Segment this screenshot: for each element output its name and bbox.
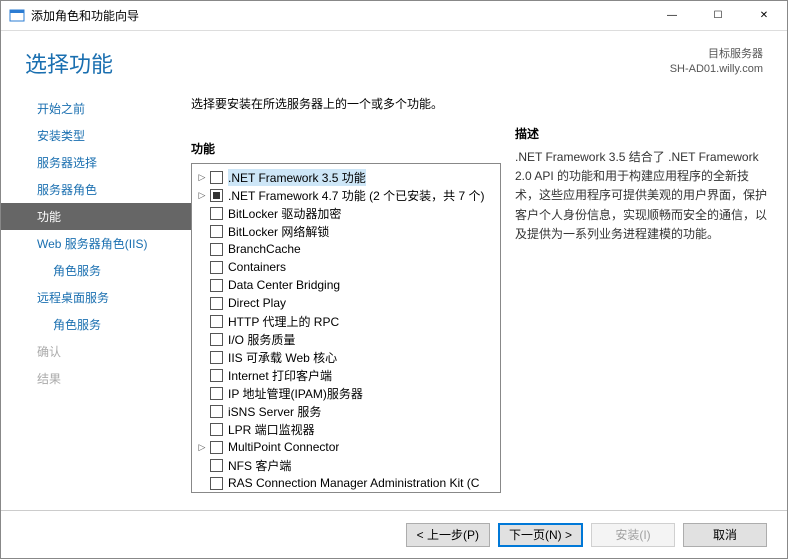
feature-checkbox[interactable] xyxy=(210,387,223,400)
sidebar-item-0[interactable]: 开始之前 xyxy=(1,95,191,122)
feature-label: BranchCache xyxy=(228,242,301,256)
footer: < 上一步(P) 下一页(N) > 安装(I) 取消 xyxy=(1,510,787,558)
feature-row-14[interactable]: LPR 端口监视器 xyxy=(192,420,500,438)
sidebar-item-7[interactable]: 远程桌面服务 xyxy=(1,284,191,311)
feature-label: BitLocker 网络解锁 xyxy=(228,223,329,240)
feature-label: MultiPoint Connector xyxy=(228,440,339,454)
cancel-button[interactable]: 取消 xyxy=(683,523,767,547)
feature-checkbox[interactable] xyxy=(210,315,223,328)
instruction-text: 选择要安装在所选服务器上的一个或多个功能。 xyxy=(191,95,501,112)
page-title: 选择功能 xyxy=(25,47,670,79)
feature-row-10[interactable]: IIS 可承载 Web 核心 xyxy=(192,348,500,366)
feature-label: IIS 可承载 Web 核心 xyxy=(228,349,337,366)
feature-label: Data Center Bridging xyxy=(228,278,340,292)
feature-label: I/O 服务质量 xyxy=(228,331,295,348)
feature-row-3[interactable]: BitLocker 网络解锁 xyxy=(192,222,500,240)
sidebar-item-10: 结果 xyxy=(1,365,191,392)
feature-checkbox[interactable] xyxy=(210,477,223,490)
sidebar-item-4[interactable]: 功能 xyxy=(1,203,191,230)
feature-row-12[interactable]: IP 地址管理(IPAM)服务器 xyxy=(192,384,500,402)
feature-label: Containers xyxy=(228,260,286,274)
titlebar: 添加角色和功能向导 — ☐ ✕ xyxy=(1,1,787,31)
features-column: 选择要安装在所选服务器上的一个或多个功能。 功能 ▷ .NET Framework… xyxy=(191,89,501,510)
window-title: 添加角色和功能向导 xyxy=(31,7,649,24)
feature-checkbox[interactable] xyxy=(210,369,223,382)
feature-row-11[interactable]: Internet 打印客户端 xyxy=(192,366,500,384)
description-column: 描述 .NET Framework 3.5 结合了 .NET Framework… xyxy=(515,89,767,510)
feature-checkbox[interactable] xyxy=(210,261,223,274)
feature-row-9[interactable]: I/O 服务质量 xyxy=(192,330,500,348)
sidebar-item-2[interactable]: 服务器选择 xyxy=(1,149,191,176)
feature-checkbox[interactable] xyxy=(210,243,223,256)
features-tree[interactable]: ▷ .NET Framework 3.5 功能 ▷ .NET Framework 4.… xyxy=(191,163,501,493)
feature-checkbox[interactable] xyxy=(210,225,223,238)
feature-row-5[interactable]: Containers xyxy=(192,258,500,276)
feature-label: Direct Play xyxy=(228,296,286,310)
sidebar-item-3[interactable]: 服务器角色 xyxy=(1,176,191,203)
expander-icon[interactable]: ▷ xyxy=(196,190,208,201)
feature-row-16[interactable]: NFS 客户端 xyxy=(192,456,500,474)
feature-row-13[interactable]: iSNS Server 服务 xyxy=(192,402,500,420)
next-button[interactable]: 下一页(N) > xyxy=(498,523,583,547)
previous-button[interactable]: < 上一步(P) xyxy=(406,523,490,547)
feature-checkbox[interactable] xyxy=(210,351,223,364)
features-label: 功能 xyxy=(191,140,501,157)
feature-label: iSNS Server 服务 xyxy=(228,403,321,420)
feature-checkbox[interactable] xyxy=(210,171,223,184)
app-icon xyxy=(9,8,25,24)
feature-row-0[interactable]: ▷ .NET Framework 3.5 功能 xyxy=(192,168,500,186)
feature-label: LPR 端口监视器 xyxy=(228,421,315,438)
feature-checkbox[interactable] xyxy=(210,405,223,418)
feature-row-2[interactable]: BitLocker 驱动器加密 xyxy=(192,204,500,222)
feature-row-7[interactable]: Direct Play xyxy=(192,294,500,312)
content-area: 开始之前安装类型服务器选择服务器角色功能Web 服务器角色(IIS)角色服务远程… xyxy=(1,89,787,510)
feature-row-8[interactable]: HTTP 代理上的 RPC xyxy=(192,312,500,330)
feature-checkbox[interactable] xyxy=(210,441,223,454)
target-label: 目标服务器 xyxy=(670,47,763,62)
sidebar: 开始之前安装类型服务器选择服务器角色功能Web 服务器角色(IIS)角色服务远程… xyxy=(1,89,191,510)
feature-row-6[interactable]: Data Center Bridging xyxy=(192,276,500,294)
sidebar-item-8[interactable]: 角色服务 xyxy=(1,311,191,338)
description-text: .NET Framework 3.5 结合了 .NET Framework 2.… xyxy=(515,148,767,244)
feature-row-17[interactable]: RAS Connection Manager Administration Ki… xyxy=(192,474,500,492)
feature-row-1[interactable]: ▷ .NET Framework 4.7 功能 (2 个已安装，共 7 个) xyxy=(192,186,500,204)
feature-label: RAS Connection Manager Administration Ki… xyxy=(228,476,479,490)
install-button: 安装(I) xyxy=(591,523,675,547)
feature-label: HTTP 代理上的 RPC xyxy=(228,313,339,330)
wizard-window: 添加角色和功能向导 — ☐ ✕ 选择功能 目标服务器 SH-AD01.willy… xyxy=(0,0,788,559)
minimize-button[interactable]: — xyxy=(649,1,695,31)
target-server-info: 目标服务器 SH-AD01.willy.com xyxy=(670,47,763,78)
expander-icon[interactable]: ▷ xyxy=(196,442,208,453)
sidebar-item-1[interactable]: 安装类型 xyxy=(1,122,191,149)
description-label: 描述 xyxy=(515,125,767,142)
sidebar-item-6[interactable]: 角色服务 xyxy=(1,257,191,284)
feature-label: Internet 打印客户端 xyxy=(228,367,332,384)
feature-label: IP 地址管理(IPAM)服务器 xyxy=(228,385,363,402)
feature-checkbox[interactable] xyxy=(210,279,223,292)
feature-checkbox[interactable] xyxy=(210,189,223,202)
close-button[interactable]: ✕ xyxy=(741,1,787,31)
feature-label: BitLocker 驱动器加密 xyxy=(228,205,341,222)
feature-label: .NET Framework 3.5 功能 xyxy=(228,169,366,186)
header: 选择功能 目标服务器 SH-AD01.willy.com xyxy=(1,31,787,89)
sidebar-item-9: 确认 xyxy=(1,338,191,365)
feature-checkbox[interactable] xyxy=(210,423,223,436)
feature-checkbox[interactable] xyxy=(210,207,223,220)
expander-icon[interactable]: ▷ xyxy=(196,172,208,183)
feature-row-4[interactable]: BranchCache xyxy=(192,240,500,258)
feature-label: NFS 客户端 xyxy=(228,457,291,474)
sidebar-item-5[interactable]: Web 服务器角色(IIS) xyxy=(1,230,191,257)
feature-label: .NET Framework 4.7 功能 (2 个已安装，共 7 个) xyxy=(228,187,484,204)
feature-checkbox[interactable] xyxy=(210,459,223,472)
feature-checkbox[interactable] xyxy=(210,297,223,310)
feature-checkbox[interactable] xyxy=(210,333,223,346)
target-value: SH-AD01.willy.com xyxy=(670,62,763,77)
feature-row-15[interactable]: ▷ MultiPoint Connector xyxy=(192,438,500,456)
main-panel: 选择要安装在所选服务器上的一个或多个功能。 功能 ▷ .NET Framework… xyxy=(191,89,787,510)
feature-row-18[interactable]: Simple TCP/IP Services xyxy=(192,492,500,493)
maximize-button[interactable]: ☐ xyxy=(695,1,741,31)
